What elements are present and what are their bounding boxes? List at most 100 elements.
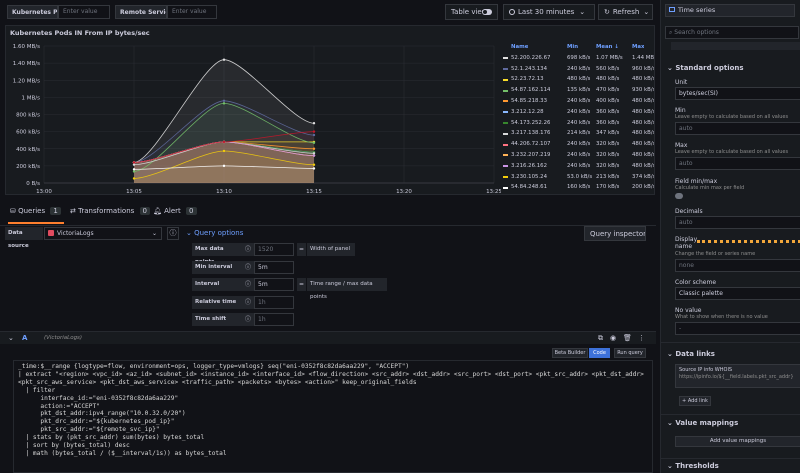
- unit-label: Unit: [675, 79, 688, 86]
- legend-header-name[interactable]: Name: [511, 42, 528, 53]
- add-value-mappings-button[interactable]: Add value mappings: [675, 436, 800, 447]
- legend-swatch: [503, 100, 508, 103]
- legend-row[interactable]: 54.173.252.26 240 kB/s 360 kB/s 480 kB/s: [501, 118, 654, 129]
- query-option-input[interactable]: 1h: [254, 313, 294, 326]
- search-icon: ⌕: [669, 29, 673, 36]
- eye-icon[interactable]: ◉: [610, 334, 616, 342]
- timeseries-panel: Kubernetes Pods IN From IP bytes/sec 0 B…: [5, 25, 655, 195]
- legend-row[interactable]: 3.230.105.24 53.0 kB/s 213 kB/s 374 kB/s: [501, 172, 654, 183]
- code-mode-button[interactable]: Code: [589, 348, 610, 358]
- color-scheme-select[interactable]: Classic palette: [675, 287, 800, 300]
- tab-transformations[interactable]: ⇄ Transformations 0: [70, 207, 150, 215]
- data-point: [132, 168, 136, 171]
- info-icon[interactable]: ⓘ: [242, 295, 254, 309]
- legend-row[interactable]: 54.172.193.139 600 kB/s 960 kB/s 480 kB/s: [501, 193, 654, 194]
- legend-max: 480 kB/s: [632, 119, 654, 126]
- y-tick-label: 800 kB/s: [16, 113, 40, 119]
- legend-name: 54.172.193.139: [511, 193, 554, 194]
- max-desc: Leave empty to calculate based on all va…: [675, 149, 789, 155]
- data-point: [222, 99, 226, 102]
- max-input[interactable]: auto: [675, 157, 800, 170]
- remote-ip-input[interactable]: Enter value: [167, 5, 217, 19]
- legend-row[interactable]: 52.1.243.134 240 kB/s 560 kB/s 960 kB/s: [501, 64, 654, 75]
- info-icon[interactable]: ⓘ: [242, 243, 254, 256]
- field-minmax-toggle[interactable]: [675, 193, 683, 199]
- query-datasource: (VictoriaLogs): [44, 335, 83, 341]
- search-options-input[interactable]: ⌕ Search options: [665, 26, 799, 39]
- field-minmax-label: Field min/max: [675, 178, 718, 185]
- min-input[interactable]: auto: [675, 122, 800, 135]
- divider: [661, 342, 800, 343]
- code-line: | extract "<region> <vpc_id> <az_id> <su…: [18, 370, 644, 378]
- delete-icon[interactable]: 🗑︎: [623, 334, 632, 342]
- y-tick-label: 1.40 MB/s: [13, 61, 40, 67]
- refresh-button[interactable]: ↻ Refresh ⌄: [598, 4, 653, 20]
- query-inspector-button[interactable]: Query inspector: [584, 226, 646, 241]
- query-option-input[interactable]: 1h: [254, 295, 294, 309]
- tab-queries-label: Queries: [18, 207, 46, 215]
- thresholds-header[interactable]: ⌄ Thresholds: [667, 462, 719, 470]
- legend-header-mean[interactable]: Mean ↓: [596, 42, 619, 53]
- code-line: action:="ACCEPT": [18, 402, 100, 410]
- query-options-toggle[interactable]: ⌄ Query options: [186, 229, 243, 237]
- legend-row[interactable]: 3.216.26.162 240 kB/s 320 kB/s 480 kB/s: [501, 161, 654, 172]
- legend-min: 240 kB/s: [567, 97, 591, 104]
- info-icon[interactable]: ⓘ: [242, 313, 254, 326]
- run-query-button[interactable]: Run query: [614, 348, 646, 358]
- query-option-note: Time range / max data points: [307, 278, 387, 300]
- legend-row[interactable]: 52.23.72.13 480 kB/s 480 kB/s 480 kB/s: [501, 74, 654, 85]
- query-code-editor[interactable]: _time:$__range {logtype=flow, environmen…: [13, 360, 653, 473]
- display-name-highlight: [697, 240, 800, 243]
- legend-row[interactable]: 54.87.162.114 135 kB/s 470 kB/s 930 kB/s: [501, 85, 654, 96]
- decimals-input[interactable]: auto: [675, 216, 800, 229]
- legend-row[interactable]: 44.206.72.107 240 kB/s 320 kB/s 480 kB/s: [501, 139, 654, 150]
- standard-options-header[interactable]: ⌄ Standard options: [667, 64, 744, 72]
- y-tick-label: 400 kB/s: [16, 147, 40, 153]
- legend-name: 3.232.207.219: [511, 151, 551, 158]
- search-placeholder: Search options: [674, 29, 719, 36]
- time-range-picker[interactable]: Last 30 minutes ⌄: [503, 4, 595, 20]
- legend-row[interactable]: 3.217.138.176 214 kB/s 347 kB/s 480 kB/s: [501, 128, 654, 139]
- panel-title: Kubernetes Pods IN From IP bytes/sec: [10, 29, 150, 37]
- code-line: | filter: [18, 386, 56, 394]
- tab-alert[interactable]: 🔔︎ Alert 0: [153, 207, 197, 215]
- legend-max: 480 kB/s: [632, 193, 654, 194]
- info-icon[interactable]: ⓘ: [242, 260, 254, 274]
- legend-row[interactable]: 54.85.218.33 240 kB/s 400 kB/s 480 kB/s: [501, 96, 654, 107]
- query-option-input[interactable]: 1520: [254, 243, 294, 256]
- data-links-header[interactable]: ⌄ Data links: [667, 350, 715, 358]
- copy-icon[interactable]: ⧉: [598, 334, 603, 343]
- add-link-button[interactable]: + Add link: [679, 396, 711, 406]
- legend-row[interactable]: 52.200.226.67 698 kB/s 1.07 MB/s 1.44 MB/s: [501, 53, 654, 64]
- legend-header-min[interactable]: Min: [567, 42, 578, 53]
- table-view-toggle[interactable]: Table view: [445, 4, 498, 20]
- legend-header-max[interactable]: Max: [632, 42, 644, 53]
- drag-handle-icon[interactable]: ⋮: [638, 334, 645, 342]
- display-name-input[interactable]: none: [675, 259, 800, 272]
- query-option-input[interactable]: 5m: [254, 260, 294, 274]
- refresh-dropdown-icon: ⌄: [643, 8, 650, 16]
- tab-queries[interactable]: ⛁ Queries 1: [10, 207, 61, 215]
- legend-min: 240 kB/s: [567, 151, 591, 158]
- info-icon[interactable]: ⓘ: [242, 278, 254, 291]
- data-point: [312, 133, 316, 137]
- datasource-help-icon[interactable]: ⓘ: [167, 227, 179, 240]
- datasource-picker[interactable]: VictoriaLogs ⌄: [44, 227, 162, 240]
- visualization-picker[interactable]: Time series: [665, 4, 795, 17]
- no-value-input[interactable]: -: [675, 322, 800, 335]
- query-option-input[interactable]: 5m: [254, 278, 294, 291]
- legend-row[interactable]: 3.232.207.219 240 kB/s 320 kB/s 480 kB/s: [501, 150, 654, 161]
- legend-name: 54.85.218.33: [511, 97, 548, 104]
- unit-input[interactable]: bytes/sec(SI): [675, 87, 800, 100]
- data-link-item[interactable]: Source IP info WHOIS https://ipinfo.io/$…: [675, 364, 800, 388]
- value-mappings-header[interactable]: ⌄ Value mappings: [667, 419, 738, 427]
- code-line: | math (bytes_total / ($__interval/1s)) …: [18, 449, 227, 457]
- collapse-chevron-icon[interactable]: ⌄: [8, 334, 14, 342]
- legend-row[interactable]: 3.212.12.28 240 kB/s 360 kB/s 480 kB/s: [501, 107, 654, 118]
- legend-swatch: [503, 132, 508, 135]
- legend-row[interactable]: 54.84.248.61 160 kB/s 170 kB/s 200 kB/s: [501, 182, 654, 193]
- pod-ip-input[interactable]: Enter value: [58, 5, 110, 19]
- query-ref[interactable]: A: [22, 334, 27, 342]
- beta-builder-button[interactable]: Beta Builder: [552, 348, 588, 358]
- y-tick-label: 0 B/s: [26, 181, 40, 187]
